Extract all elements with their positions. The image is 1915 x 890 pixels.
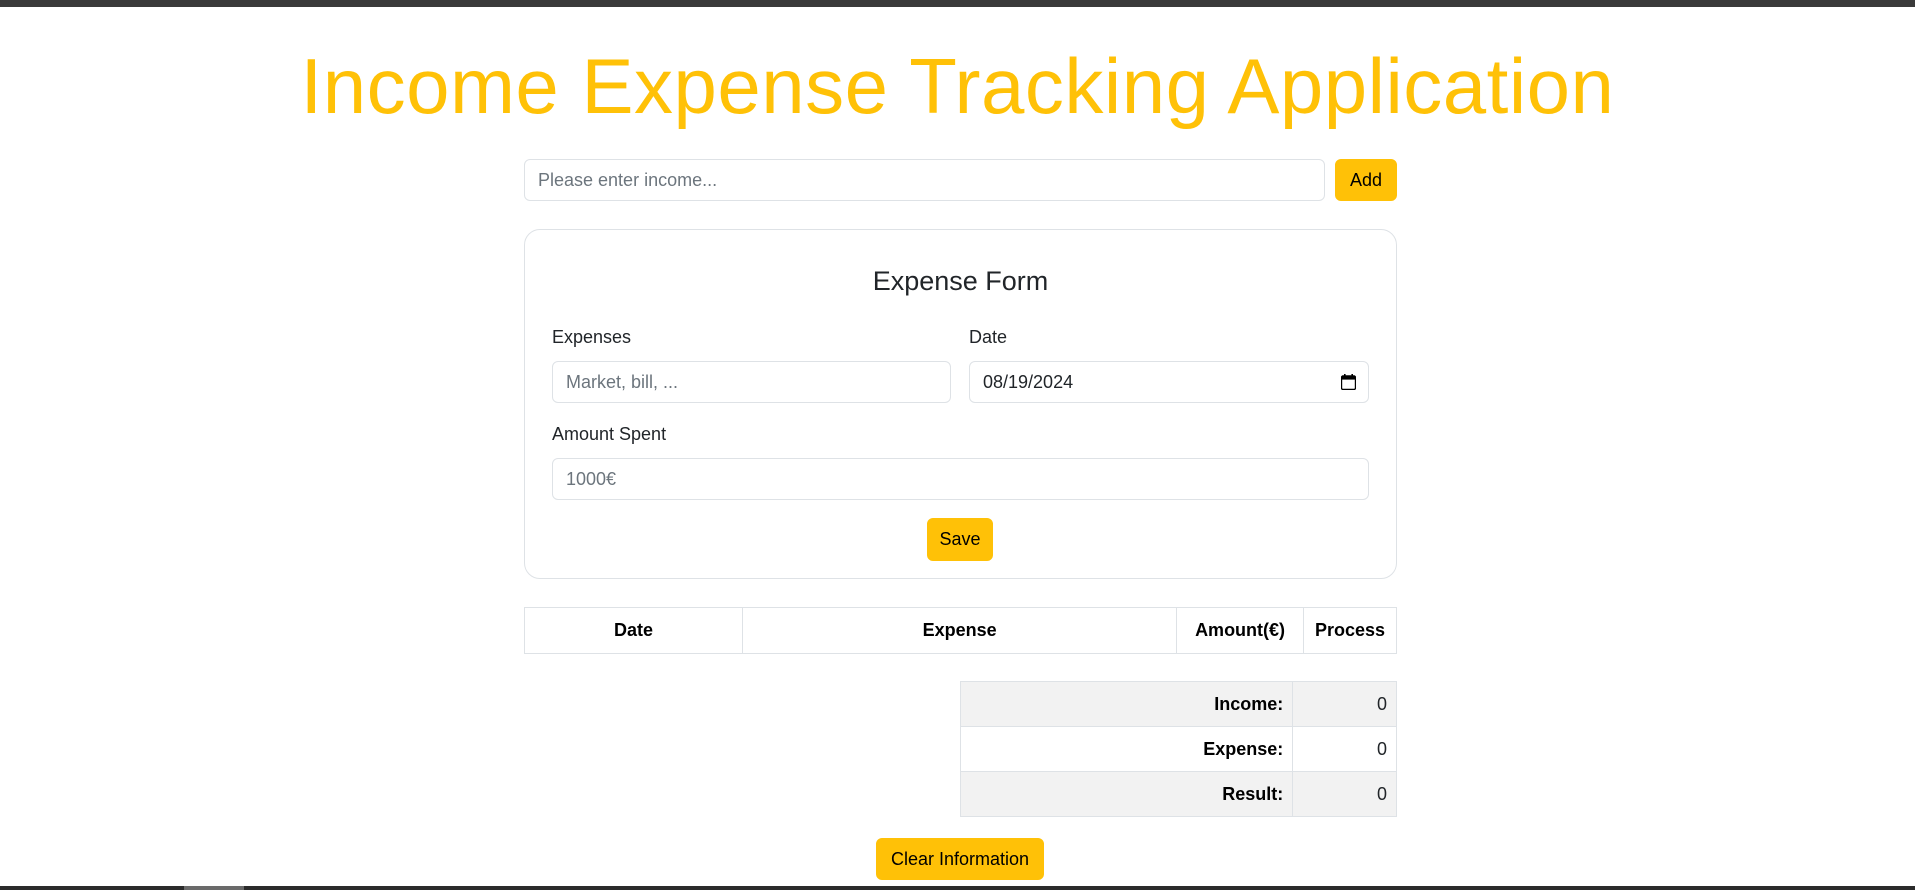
- result-summary-label: Result:: [959, 771, 1294, 817]
- column-header-process: Process: [1303, 607, 1397, 654]
- column-header-expense: Expense: [742, 607, 1178, 654]
- result-summary-value: 0: [1292, 771, 1397, 817]
- income-input[interactable]: [524, 159, 1325, 201]
- amount-spent-label: Amount Spent: [552, 424, 667, 444]
- date-input[interactable]: 08/19/2024: [969, 361, 1369, 403]
- date-value: 08/19/2024: [983, 371, 1074, 392]
- amount-spent-input[interactable]: [552, 458, 1369, 500]
- income-summary-value: 0: [1292, 681, 1397, 727]
- expense-table: Date Expense Amount(€) Process: [523, 607, 1397, 654]
- calendar-icon[interactable]: [1340, 374, 1356, 390]
- horizontal-scrollbar-thumb[interactable]: [184, 886, 244, 890]
- expense-summary-label: Expense:: [959, 726, 1294, 772]
- expenses-input[interactable]: [552, 361, 951, 403]
- summary-row-expense: Expense: 0: [959, 726, 1397, 772]
- expense-summary-value: 0: [1292, 726, 1397, 772]
- summary-row-income: Income: 0: [959, 681, 1397, 727]
- expense-table-header-row: Date Expense Amount(€) Process: [523, 607, 1397, 654]
- column-header-date: Date: [523, 607, 744, 654]
- window-top-bar: [0, 0, 1915, 7]
- add-income-button[interactable]: Add: [1335, 159, 1397, 201]
- summary-row-result: Result: 0: [959, 771, 1397, 817]
- expense-form-title: Expense Form: [872, 266, 1049, 296]
- summary-table: Income: 0 Expense: 0 Result: 0: [959, 681, 1397, 817]
- column-header-amount: Amount(€): [1176, 607, 1304, 654]
- window-bottom-bar: [0, 886, 1915, 890]
- income-summary-label: Income:: [959, 681, 1294, 727]
- expenses-label: Expenses: [552, 327, 632, 347]
- date-label: Date: [969, 327, 1008, 347]
- save-button[interactable]: Save: [927, 518, 993, 561]
- clear-information-button[interactable]: Clear Information: [876, 838, 1044, 880]
- page-title: Income Expense Tracking Application: [300, 42, 1615, 130]
